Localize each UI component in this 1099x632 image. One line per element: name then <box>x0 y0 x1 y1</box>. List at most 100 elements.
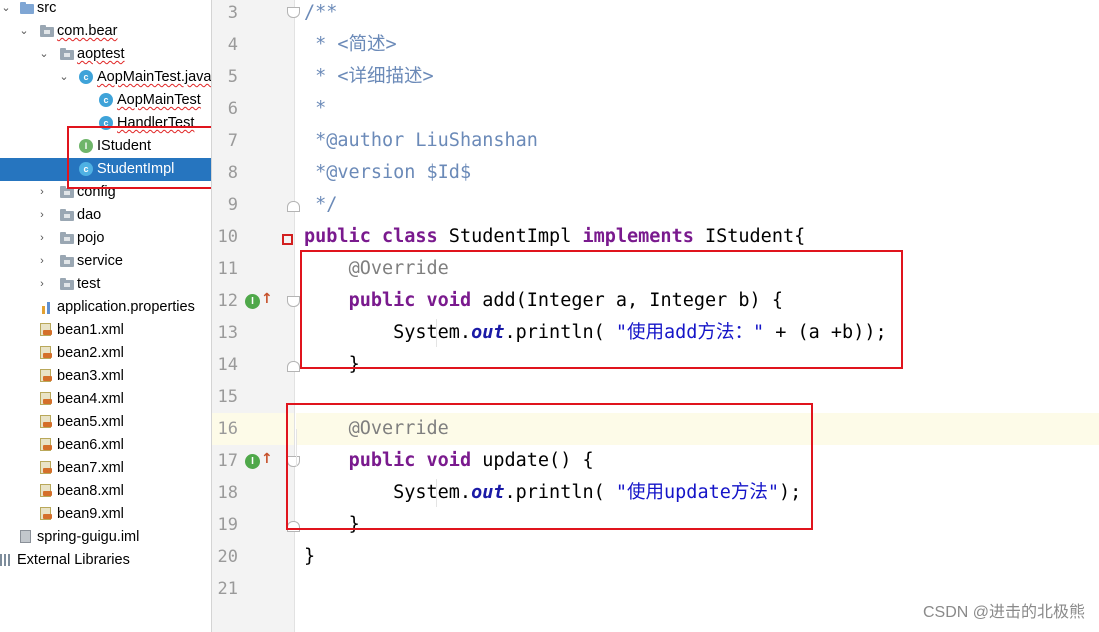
tree-item-config[interactable]: › config <box>0 181 211 204</box>
tree-item-bean4-xml[interactable]: bean4.xml <box>0 388 211 411</box>
code-token: .println( <box>504 482 616 503</box>
line-number: 13 <box>217 323 238 343</box>
code-editor[interactable]: 3 4 5 6 7 8 9 10 11 12 13 14 15 16 17 18 19 20 21 I I ↑ ↑ /** … <box>212 0 1099 632</box>
package-icon <box>60 209 74 221</box>
tree-item-label: IStudent <box>97 138 152 154</box>
code-token: + (a +b)); <box>764 322 887 343</box>
chevron-down-icon[interactable]: ⌄ <box>38 43 50 66</box>
code-token: @Override <box>348 418 449 439</box>
indent-guide <box>436 479 437 507</box>
code-line[interactable]: * <详细描述> <box>296 61 1099 93</box>
tree-item-bean3-xml[interactable]: bean3.xml <box>0 365 211 388</box>
chevron-right-icon[interactable]: › <box>36 273 48 296</box>
code-token: add(Integer a, Integer b) { <box>471 290 783 311</box>
line-number: 21 <box>217 579 238 599</box>
tree-item-label: bean7.xml <box>57 460 124 476</box>
code-token: * <简述> <box>304 34 397 55</box>
code-line[interactable]: } <box>296 509 1099 541</box>
code-indent: * <box>304 130 327 151</box>
chevron-right-icon[interactable]: › <box>36 181 48 204</box>
package-icon <box>40 25 54 37</box>
chevron-down-icon[interactable]: ⌄ <box>0 0 12 20</box>
tree-item-aoptest[interactable]: ⌄ aoptest <box>0 43 211 66</box>
tree-item-bean9-xml[interactable]: bean9.xml <box>0 503 211 526</box>
navigate-up-icon[interactable]: ↑ <box>261 452 273 468</box>
code-line[interactable]: public void add(Integer a, Integer b) { <box>296 285 1099 317</box>
tree-item-handlertest[interactable]: c HandlerTest <box>0 112 211 135</box>
code-token: * <详细描述> <box>304 66 434 87</box>
tree-item-studentimpl[interactable]: c StudentImpl <box>0 158 211 181</box>
code-line[interactable]: * <box>296 93 1099 125</box>
tree-item-bean6-xml[interactable]: bean6.xml <box>0 434 211 457</box>
xml-file-icon <box>40 415 52 428</box>
package-icon <box>60 186 74 198</box>
tree-item-bean5-xml[interactable]: bean5.xml <box>0 411 211 434</box>
code-line[interactable]: *@author LiuShanshan <box>296 125 1099 157</box>
tree-item-bean7-xml[interactable]: bean7.xml <box>0 457 211 480</box>
project-tree: ⌄ src ⌄ com.bear ⌄ aoptest ⌄ c AopMainTe… <box>0 0 212 632</box>
code-token: IStudent{ <box>693 226 806 247</box>
indent-guide <box>296 429 297 468</box>
code-line[interactable]: System.out.println( "使用add方法：" + (a +b))… <box>296 317 1099 349</box>
tree-item-test[interactable]: › test <box>0 273 211 296</box>
code-token: @author <box>326 130 405 151</box>
implements-interface-icon[interactable]: I <box>245 294 260 309</box>
tree-item-label: bean4.xml <box>57 391 124 407</box>
tree-item-bean8-xml[interactable]: bean8.xml <box>0 480 211 503</box>
code-line[interactable]: public void update() { <box>296 445 1099 477</box>
tree-item-application-properties[interactable]: application.properties <box>0 296 211 319</box>
tree-item-pojo[interactable]: › pojo <box>0 227 211 250</box>
line-number: 20 <box>217 547 238 567</box>
code-line[interactable]: /** <box>296 0 1099 29</box>
tree-item-label: bean2.xml <box>57 345 124 361</box>
code-token: "使用update方法" <box>615 482 779 503</box>
code-line[interactable]: } <box>296 349 1099 381</box>
code-token: StudentImpl <box>437 226 583 247</box>
code-line[interactable] <box>296 381 1099 413</box>
code-token: .println( <box>504 322 616 343</box>
code-line[interactable]: System.out.println( "使用update方法"); <box>296 477 1099 509</box>
tree-item-com-bear[interactable]: ⌄ com.bear <box>0 20 211 43</box>
package-icon <box>60 48 74 60</box>
tree-item-service[interactable]: › service <box>0 250 211 273</box>
code-line[interactable]: public class StudentImpl implements IStu… <box>296 221 1099 253</box>
tree-item-dao[interactable]: › dao <box>0 204 211 227</box>
xml-file-icon <box>40 392 52 405</box>
tree-item-src[interactable]: ⌄ src <box>0 0 211 20</box>
java-class-icon: c <box>79 70 93 84</box>
chevron-right-icon[interactable]: › <box>36 204 48 227</box>
tree-item-spring-guigu-iml[interactable]: spring-guigu.iml <box>0 526 211 549</box>
tree-item-label: src <box>37 0 57 16</box>
code-line[interactable]: } <box>296 541 1099 573</box>
chevron-down-icon[interactable]: ⌄ <box>18 20 30 43</box>
code-line[interactable]: */ <box>296 189 1099 221</box>
implements-interface-icon[interactable]: I <box>245 454 260 469</box>
tree-item-label: aoptest <box>77 46 125 62</box>
tree-item-bean1-xml[interactable]: bean1.xml <box>0 319 211 342</box>
code-line[interactable]: @Override <box>296 253 1099 285</box>
tree-item-bean2-xml[interactable]: bean2.xml <box>0 342 211 365</box>
code-line[interactable]: * <简述> <box>296 29 1099 61</box>
tree-item-istudent[interactable]: I IStudent <box>0 135 211 158</box>
code-line[interactable]: @Override <box>296 413 1099 445</box>
line-number: 18 <box>217 483 238 503</box>
tree-item-aopmaintest-java[interactable]: ⌄ c AopMainTest.java <box>0 66 211 89</box>
class-marker-icon[interactable] <box>282 234 293 245</box>
chevron-right-icon[interactable]: › <box>36 250 48 273</box>
xml-file-icon <box>40 507 52 520</box>
tree-item-aopmaintest[interactable]: c AopMainTest <box>0 89 211 112</box>
tree-item-external-libraries[interactable]: External Libraries <box>0 549 211 572</box>
code-token: out <box>471 482 505 503</box>
chevron-down-icon[interactable]: ⌄ <box>58 66 70 89</box>
code-line[interactable]: *@version $Id$ <box>296 157 1099 189</box>
navigate-up-icon[interactable]: ↑ <box>261 292 273 308</box>
editor-gutter: 3 4 5 6 7 8 9 10 11 12 13 14 15 16 17 18 19 20 21 I I ↑ ↑ <box>212 0 300 632</box>
line-number: 10 <box>217 227 238 247</box>
xml-file-icon <box>40 461 52 474</box>
code-area[interactable]: /** * <简述> * <详细描述> * *@author LiuShansh… <box>296 0 1099 632</box>
chevron-right-icon[interactable]: › <box>36 227 48 250</box>
